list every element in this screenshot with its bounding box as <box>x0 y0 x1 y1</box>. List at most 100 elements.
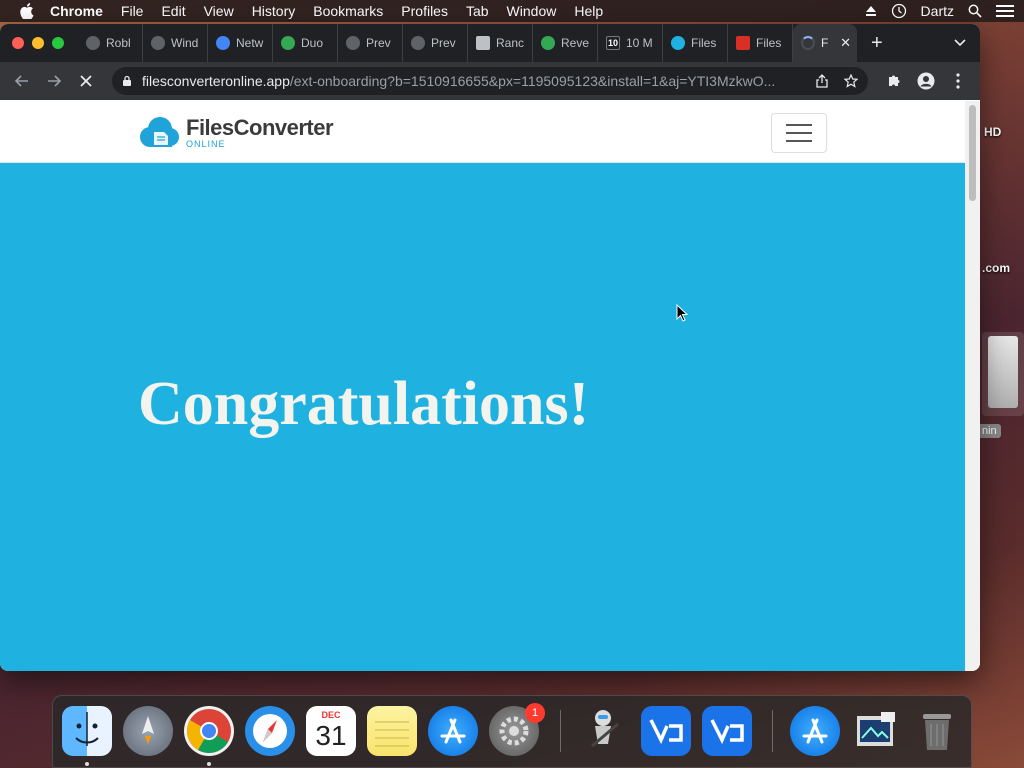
control-center-icon[interactable] <box>996 4 1014 18</box>
cloud-logo-icon <box>138 115 182 151</box>
notes-icon[interactable] <box>367 706 417 756</box>
trash-icon[interactable] <box>912 706 962 756</box>
zoom-window-button[interactable] <box>52 37 64 49</box>
tab-files[interactable]: Files <box>728 24 793 62</box>
tab-title: Reve <box>561 36 590 50</box>
menu-profiles[interactable]: Profiles <box>401 3 448 19</box>
system-preferences-icon[interactable]: 1 <box>489 703 545 756</box>
app-store-icon[interactable] <box>790 706 840 756</box>
tab-search-chevron-icon[interactable] <box>954 36 966 50</box>
menu-tab[interactable]: Tab <box>466 3 489 19</box>
logo-main-text: FilesConverter <box>186 115 334 140</box>
time-machine-icon[interactable] <box>891 3 907 19</box>
vscode-icon[interactable] <box>641 706 691 756</box>
automator-icon[interactable] <box>578 706 628 756</box>
mouse-cursor-icon <box>676 303 689 327</box>
running-indicator <box>207 762 211 766</box>
menu-history[interactable]: History <box>252 3 296 19</box>
tab-title: Files <box>691 36 717 50</box>
back-button[interactable] <box>8 67 36 95</box>
tab-files-converter[interactable]: Files <box>663 24 728 62</box>
desktop-com-label[interactable]: .com <box>982 261 1010 275</box>
app-store-icon[interactable] <box>428 706 478 756</box>
hamburger-menu-button[interactable] <box>771 113 827 153</box>
macos-dock: DEC 31 1 <box>52 695 972 768</box>
tab-title: Prev <box>431 36 456 50</box>
launchpad-icon[interactable] <box>123 706 173 756</box>
tab-preview-1[interactable]: Prev <box>338 24 403 62</box>
menu-file[interactable]: File <box>121 3 144 19</box>
calendar-month: DEC <box>321 710 341 720</box>
spotlight-search-icon[interactable] <box>968 4 982 18</box>
tab-title: Ranc <box>496 36 525 50</box>
url-domain: filesconverteronline.app <box>142 73 290 89</box>
page-content: FilesConverter ONLINE Congratulations! <box>0 101 965 671</box>
tab-title: Wind <box>171 36 199 50</box>
menu-view[interactable]: View <box>204 3 234 19</box>
bookmark-star-icon[interactable] <box>844 74 858 88</box>
extensions-puzzle-icon[interactable] <box>880 67 908 95</box>
desktop-item-label[interactable]: nin <box>978 424 1001 438</box>
loading-spinner-icon <box>801 36 815 50</box>
calendar-icon[interactable]: DEC 31 <box>306 706 356 756</box>
tab-title: Prev <box>366 36 391 50</box>
vscode-icon[interactable] <box>702 706 752 756</box>
kebab-menu-icon[interactable] <box>944 67 972 95</box>
running-indicator <box>85 762 89 766</box>
logo-sub-text: ONLINE <box>186 139 226 149</box>
share-icon[interactable] <box>816 74 828 88</box>
menu-help[interactable]: Help <box>574 3 603 19</box>
page-scrollbar[interactable] <box>965 101 980 671</box>
tab-active[interactable]: F ✕ <box>793 24 857 62</box>
tab-network[interactable]: Netw <box>208 24 273 62</box>
macos-menu-bar: Chrome File Edit View History Bookmarks … <box>0 0 1024 22</box>
site-navbar: FilesConverter ONLINE <box>0 101 965 163</box>
tab-reverse[interactable]: Reve <box>533 24 598 62</box>
calendar-day: 31 <box>315 720 347 751</box>
chrome-window: Robl Wind Netw Duo Prev Prev Ranc Reve 1… <box>0 24 980 671</box>
tab-duo[interactable]: Duo <box>273 24 338 62</box>
globe-icon <box>346 36 360 50</box>
scrollbar-thumb[interactable] <box>969 105 976 201</box>
duo-icon <box>281 36 295 50</box>
tab-random[interactable]: Ranc <box>468 24 533 62</box>
tab-10-minute[interactable]: 10 10 M <box>598 24 663 62</box>
user-name[interactable]: Dartz <box>921 3 954 19</box>
tab-title: 10 M <box>626 36 653 50</box>
safari-icon[interactable] <box>245 706 295 756</box>
tab-windows[interactable]: Wind <box>143 24 208 62</box>
close-tab-icon[interactable]: ✕ <box>840 35 851 51</box>
apple-icon[interactable] <box>20 3 38 19</box>
finder-icon[interactable] <box>62 706 112 756</box>
dock-separator <box>772 710 773 752</box>
printer-icon <box>736 36 750 50</box>
stop-loading-button[interactable] <box>72 67 100 95</box>
grid-icon <box>476 36 490 50</box>
menu-window[interactable]: Window <box>507 3 557 19</box>
tab-roblox[interactable]: Robl <box>78 24 143 62</box>
menu-bookmarks[interactable]: Bookmarks <box>313 3 383 19</box>
new-tab-button[interactable]: + <box>871 32 883 55</box>
preview-icon[interactable] <box>851 706 901 756</box>
tab-title: Netw <box>236 36 264 50</box>
menu-app-name[interactable]: Chrome <box>50 3 103 19</box>
notification-badge: 1 <box>525 703 545 723</box>
globe-icon <box>151 36 165 50</box>
tab-preview-2[interactable]: Prev <box>403 24 468 62</box>
tab-title: Files <box>756 36 782 50</box>
paper-plane-icon <box>216 36 230 50</box>
page-headline: Congratulations! <box>138 370 590 438</box>
forward-button[interactable] <box>40 67 68 95</box>
desktop-hd-label[interactable]: HD <box>984 125 1001 139</box>
desktop-drive-icon[interactable] <box>982 332 1024 416</box>
eject-icon[interactable] <box>865 5 877 17</box>
minimize-window-button[interactable] <box>32 37 44 49</box>
lock-icon[interactable] <box>122 75 132 87</box>
address-bar[interactable]: filesconverteronline.app /ext-onboarding… <box>112 67 868 95</box>
chrome-icon[interactable] <box>184 706 234 756</box>
site-logo[interactable]: FilesConverter ONLINE <box>138 115 334 151</box>
close-window-button[interactable] <box>12 37 24 49</box>
menu-edit[interactable]: Edit <box>161 3 185 19</box>
phone-icon <box>541 36 555 50</box>
profile-avatar-icon[interactable] <box>912 67 940 95</box>
